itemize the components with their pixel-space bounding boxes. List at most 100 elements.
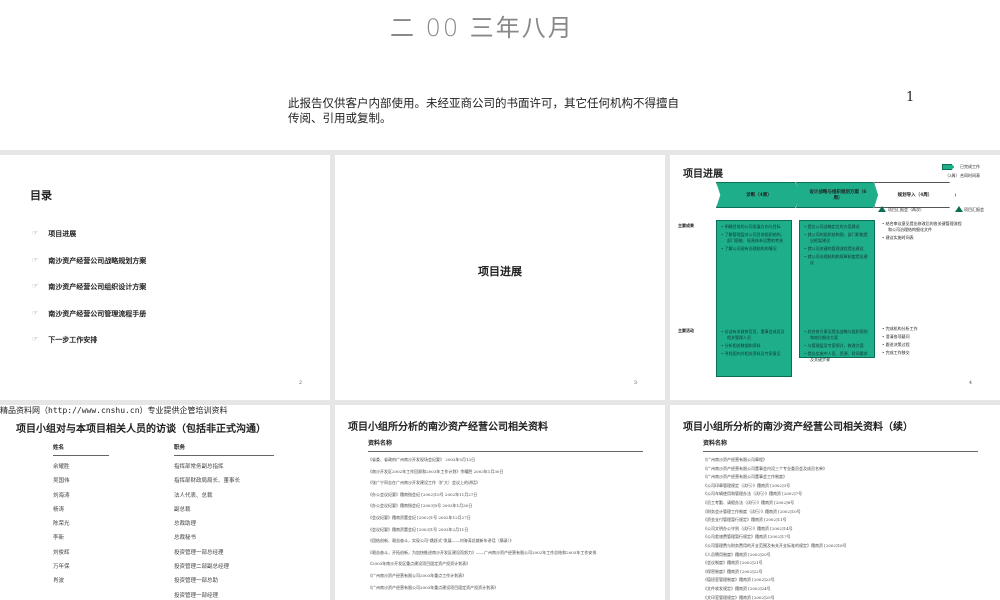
activity-bullet: • 与管理层及专家探讨，修改方案 [804, 343, 864, 348]
slide-materials-cont[interactable]: 项目小组所分析的南沙资产经营公司相关资料（续） 资料名称 《广州南沙资产经营有限公… [670, 405, 1000, 600]
interviews-title: 项目小组对与本项目相关人员的访谈（包括非正式沟通） [16, 424, 266, 435]
legend-swatch-icon [942, 164, 954, 170]
confidentiality-notice: 此报告仅供客户内部使用。未经亚商公司的书面许可，其它任何机构不得擅自传阅、引用或… [288, 96, 679, 125]
slide-progress[interactable]: 项目进展 已完成工作 （3周） 合同时间表 诊断（4周） 设计战略与组织规划方案… [670, 155, 1000, 400]
material-item: 《公司车辆使用和管理办法（试行）》穗南资 [2002]7号 [703, 491, 803, 497]
material-item: 《公司文明办公守则（试行）》穗南资 [2002]14号 [703, 525, 793, 531]
activity-bullet: • 完成机构分析工作 [882, 326, 918, 331]
material-item: 《会议纪要》穗南资董会纪 [2002]1号 2002年12月27日 [368, 514, 471, 520]
activity-bullet: • 访谈有关政府官员、董事会成员及相关管理人员 [721, 329, 785, 340]
result-bullet: • 了解公司现有治理结构的情况 [721, 246, 777, 251]
material-item: 《值班室管理制度》穗南资 [2002]23号 [703, 577, 775, 583]
page-number: 1 [906, 90, 915, 105]
toc-item-label: 南沙资产经营公司组织设计方案 [48, 282, 147, 291]
toc-item[interactable]: ☞ 下一步工作安排 [32, 335, 146, 362]
material-item: 《广州南沙资产经营有限公司董事会工作制度》 [703, 474, 787, 480]
activity-bullet: • 分析相关数据和资料 [721, 343, 761, 348]
interviewee-name: 李新 [53, 535, 65, 542]
milestone-icon [955, 206, 963, 212]
toc-item[interactable]: ☞ 项目进展 [32, 229, 146, 256]
phase-label: 规划导入（4周） [897, 193, 933, 198]
interviewee-role: 法人代表、总裁 [174, 492, 213, 499]
materials-title: 项目小组所分析的南沙资产经营公司相关资料 [348, 422, 548, 433]
interviewee-name: 刘俊辉 [53, 549, 70, 556]
toc-item-label: 南沙资产经营公司战略规划方案 [48, 255, 147, 265]
toc-title: 目录 [30, 189, 52, 202]
interviewee-role: 副总裁 [174, 506, 191, 513]
milestone-label: 项目汇报会 [964, 207, 984, 212]
interviewee-role: 投资管理一部经理 [174, 592, 219, 599]
legend-schedule: 合同时间表 [960, 173, 980, 178]
material-item: 《财务会计管理工作制度（试行）》穗南资 [2002]10号 [703, 508, 801, 514]
materials-list: 资料名称《广州南沙资产经营有限公司章程》《广州南沙资产经营有限公司董事会内设三个… [703, 438, 978, 600]
pointing-hand-icon: ☞ [32, 282, 39, 290]
column-header: 资料名称 [368, 438, 643, 452]
slide-materials[interactable]: 项目小组所分析的南沙资产经营公司相关资料 资料名称《省委、省政府广州南沙开发现场… [335, 405, 665, 600]
material-item: 《人员聘用制度》穗南资 [2002]20号 [703, 551, 771, 557]
slide-interviews[interactable]: 精品资料网（http://www.cnshu.cn）专业提供企管培训资料 项目小… [0, 405, 330, 600]
section-title: 项目进展 [478, 265, 522, 278]
result-bullet: • 就公司的组织结构图、部门职能提出框架建议 [804, 232, 868, 243]
material-item: 《文印室管理规定》穗南资 [2002]25号 [703, 594, 775, 600]
phase3-activities: • 完成机构分析工作 • 澄清各项疑问 • 跟进决策过程 • 完成工作移交 [882, 326, 962, 358]
interviewee-name: 余耀胜 [53, 464, 70, 470]
column-header: 资料名称 [703, 438, 978, 452]
phase-label: 设计战略与组织规划方案（6周） [809, 190, 867, 201]
material-item: 《艰苦奋斗，开拓创新，为加快推进南沙开发区建设而努力》——广州南沙资产经营有限公… [368, 549, 597, 555]
interviewee-role: 指挥部财政局局长、董事长 [174, 478, 241, 485]
interviewee-role: 总裁助理 [174, 521, 197, 528]
material-item: 《张广宁同志在广州南沙开发建设工作（扩大）会议上的讲话》 [368, 480, 480, 486]
phase-rollout: 规划导入（4周） [874, 182, 956, 208]
pointing-hand-icon: ☞ [32, 255, 39, 264]
material-item: 《公司管理费与财务费用的开支范围及有关开支标准的规定》穗南资 [2002]18号 [703, 542, 847, 548]
slide-cover[interactable]: 二 00 三年八月 此报告仅供客户内部使用。未经亚商公司的书面许可，其它任何机构… [0, 0, 1000, 150]
result-bullet: • 就公司关键的管理流程提出建议 [804, 246, 864, 251]
material-item: 《广州南沙资产经营有限公司2003年重点工作计划表》 [368, 572, 467, 578]
phase-label: 诊断（4周） [746, 193, 772, 198]
milestone-icon [878, 206, 886, 212]
toc-item[interactable]: ☞ 南沙资产经营公司管理流程手册 [32, 309, 146, 336]
slide-toc[interactable]: 目录 ☞ 项目进展 ☞ 南沙资产经营公司战略规划方案 ☞ 南沙资产经营公司组织设计方案 ☞ 南… [0, 155, 330, 400]
material-item: 《广州南沙资产经营有限公司董事会内设三个专业委员会及成员名单》 [703, 465, 827, 471]
report-date: 二 00 三年八月 [390, 14, 574, 42]
activity-bullet: • 寻找国内外相关资料及专家意见 [721, 351, 781, 356]
interviewee-role: 总裁秘书 [174, 535, 197, 542]
material-item: 《广州南沙资产经营有限公司章程》 [703, 457, 767, 462]
pointing-hand-icon: ☞ [32, 229, 39, 237]
row-label-results: 主要成果 [678, 223, 694, 228]
interviewee-role: 投资管理一部总助 [174, 578, 219, 585]
interviewee-name: 万年保 [53, 564, 70, 571]
material-item: 《省委、省政府广州南沙开发现场会纪要》 2003年5月13日 [368, 457, 476, 462]
toc-item[interactable]: ☞ 南沙资产经营公司战略规划方案 [32, 256, 146, 283]
interviewee-name: 吴国伟 [53, 478, 70, 485]
material-item: 《会议纪要》穗南资董会纪 [2003]1号 2003年2月11日 [368, 526, 469, 532]
interviewee-name: 陈荣光 [53, 521, 70, 528]
slide-section[interactable]: 项目进展 3 [335, 155, 665, 400]
material-item: 《2003年南沙开发区重点建设项目固定资产投资计划表》 [368, 561, 471, 567]
toc-list: ☞ 项目进展 ☞ 南沙资产经营公司战略规划方案 ☞ 南沙资产经营公司组织设计方案 ☞ 南沙资产… [32, 229, 146, 362]
material-item: 《资金支付管理暂行规定》穗南资 [2002]11号 [703, 517, 787, 523]
watermark-banner: 精品资料网（http://www.cnshu.cn）专业提供企管培训资料 [0, 405, 228, 416]
roles-column: 职务 指挥部常务副总指挥 指挥部财政局局长、董事长 法人代表、总裁 副总裁 总裁助理 总裁秘… [174, 443, 274, 600]
result-bullet: • 建议实施时间表 [882, 235, 914, 240]
page-number: 3 [633, 380, 637, 386]
result-bullet: • 就公司治理结构和规章制度提出建议 [804, 254, 868, 265]
material-item: 《办公会议纪要》穗南指会纪 [2002]15号 2002年11月27日 [368, 491, 478, 497]
progress-title: 项目进展 [683, 169, 723, 180]
material-item: 《保密制度》穗南资 [2002]22号 [703, 568, 763, 574]
result-bullet: • 结合审议意见提出修改后的各关键管理流程和公司治理结构细化文件 [882, 221, 962, 232]
phase2-box: • 提交公司战略定位的方案建议 • 就公司的组织结构图、部门职能提出框架建议 • 就… [799, 220, 875, 362]
materials-list: 资料名称 《省委、省政府广州南沙开发现场会纪要》 2003年5月13日 《南沙开发区… [368, 438, 643, 596]
milestone-label: 项目汇报会（两次） [888, 207, 924, 212]
pointing-hand-icon: ☞ [32, 335, 39, 343]
interviewee-role: 投资管理二部副总经理 [174, 564, 230, 571]
material-item: 《会议制度》穗南资 [2002]21号 [703, 560, 763, 566]
material-item: 《团结创新、艰苦奋斗，实现公司"跳跃式"发展——刘海涛总裁新年讲话（摘录）》 [368, 538, 514, 544]
interviewee-role: 指挥部常务副总指挥 [174, 464, 224, 470]
activity-bullet: • 澄清各项疑问 [882, 334, 910, 339]
toc-item-label: 南沙资产经营公司管理流程手册 [48, 308, 147, 318]
activity-bullet: • 综合各方意见提出战略与组织规划和岗位细化方案 [804, 329, 868, 340]
material-item: 《员工考勤、请假办法（试行）》穗南资 [2002]8号 [703, 499, 795, 505]
material-item: 《广州南沙资产经营有限公司2003年重点建设项目固定资产投资计划表》 [368, 584, 499, 590]
toc-item[interactable]: ☞ 南沙资产经营公司组织设计方案 [32, 282, 146, 309]
